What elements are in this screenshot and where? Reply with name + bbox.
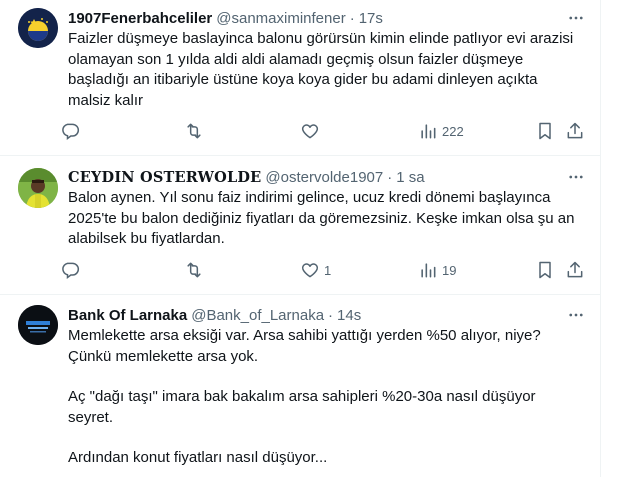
share-button[interactable] [565, 258, 585, 282]
display-name[interactable]: Bank Of Larnaka [68, 307, 187, 324]
heart-icon [301, 124, 319, 139]
tweet-text: Balon aynen. Yıl sonu faiz indirimi geli… [68, 188, 586, 250]
retweet-button[interactable] [184, 258, 208, 282]
heart-icon [301, 263, 319, 278]
views-count: 222 [442, 123, 464, 139]
separator-dot: · [349, 9, 355, 27]
bookmark-icon [539, 261, 551, 279]
tweet[interactable]: Bank Of Larnaka @Bank_of_Larnaka · 14s M… [0, 295, 600, 477]
views-button[interactable]: 222 [418, 119, 464, 143]
tweet-header: Bank Of Larnaka @Bank_of_Larnaka · 14s [68, 305, 586, 325]
tweet-text-line: alabilsek bu fiyatlardan. [68, 230, 225, 247]
fenerbahce-logo-icon [18, 8, 58, 48]
display-name[interactable]: 1907Fenerbahceliler [68, 10, 212, 27]
share-icon [567, 261, 583, 278]
tweet-paragraph: Memlekette arsa eksiği var. Arsa sahibi … [68, 327, 541, 365]
avatar[interactable] [18, 168, 58, 208]
tweet-text-line: 2025'te bu balon dediğiniz fiyatları da … [68, 209, 575, 227]
views-button[interactable]: 19 [418, 258, 456, 282]
user-handle[interactable]: @ostervolde1907 [265, 169, 383, 186]
bookmark-button[interactable] [535, 258, 555, 282]
share-button[interactable] [565, 119, 585, 143]
bank-logo-icon [18, 305, 58, 345]
separator-dot: · [387, 168, 393, 186]
tweet-header: CEYDIN OSTERWOLDE @ostervolde1907 · 1 sa [68, 167, 586, 187]
timeline: 1907Fenerbahceliler @sanmaximinfener · 1… [0, 0, 601, 477]
user-handle[interactable]: @Bank_of_Larnaka [191, 307, 324, 324]
retweet-button[interactable] [184, 119, 208, 143]
more-dots-icon[interactable] [566, 305, 586, 325]
views-icon [421, 263, 436, 278]
tweet-text-line: malsiz kalır [68, 91, 144, 109]
tweet-actions: 222 [60, 119, 588, 143]
tweet-paragraph: Ardından konut fiyatları nasıl düşüyor..… [68, 449, 328, 466]
bookmark-button[interactable] [535, 119, 555, 143]
like-count: 1 [324, 262, 332, 278]
retweet-icon [187, 123, 201, 139]
avatar[interactable] [18, 8, 58, 48]
tweet-paragraph: Aç "dağı taşı" imara bak bakalım arsa sa… [68, 388, 536, 426]
timestamp[interactable]: 14s [337, 307, 361, 324]
avatar[interactable] [18, 305, 58, 345]
display-name[interactable]: CEYDIN OSTERWOLDE [68, 169, 261, 186]
more-dots-icon[interactable] [566, 167, 586, 187]
timestamp[interactable]: 1 sa [396, 169, 424, 186]
tweet-actions: 1 19 [60, 258, 588, 282]
tweet-text: Faizler düşmeye baslayinca balonu görürs… [68, 29, 586, 111]
tweet-text-line: olamayan son 1 yılda aldi aldi alamadı g… [68, 50, 524, 68]
tweet-text: Memlekette arsa eksiği var. Arsa sahibi … [68, 326, 586, 469]
views-icon [421, 124, 436, 139]
tweet[interactable]: 1907Fenerbahceliler @sanmaximinfener · 1… [0, 0, 600, 156]
bookmark-icon [539, 122, 551, 140]
separator-dot: · [328, 306, 334, 324]
tweet-header: 1907Fenerbahceliler @sanmaximinfener · 1… [68, 8, 586, 28]
reply-icon [62, 123, 80, 140]
views-count: 19 [442, 262, 457, 278]
reply-icon [62, 262, 80, 279]
reply-button[interactable] [60, 258, 84, 282]
like-button[interactable] [300, 119, 324, 143]
reply-button[interactable] [60, 119, 84, 143]
tweet-text-line: Faizler düşmeye baslayinca balonu görürs… [68, 30, 574, 47]
retweet-icon [187, 262, 201, 278]
player-photo-icon [18, 168, 58, 208]
tweet-text-line: Balon aynen. Yıl sonu faiz indirimi geli… [68, 189, 551, 206]
timestamp[interactable]: 17s [359, 10, 383, 27]
share-icon [567, 122, 583, 139]
tweet[interactable]: CEYDIN OSTERWOLDE @ostervolde1907 · 1 sa… [0, 156, 600, 295]
tweet-text-line: başladığı an itibariyle üstüne koya koya… [68, 71, 538, 88]
more-dots-icon[interactable] [566, 8, 586, 28]
like-button[interactable]: 1 [300, 258, 331, 282]
user-handle[interactable]: @sanmaximinfener [216, 10, 345, 27]
